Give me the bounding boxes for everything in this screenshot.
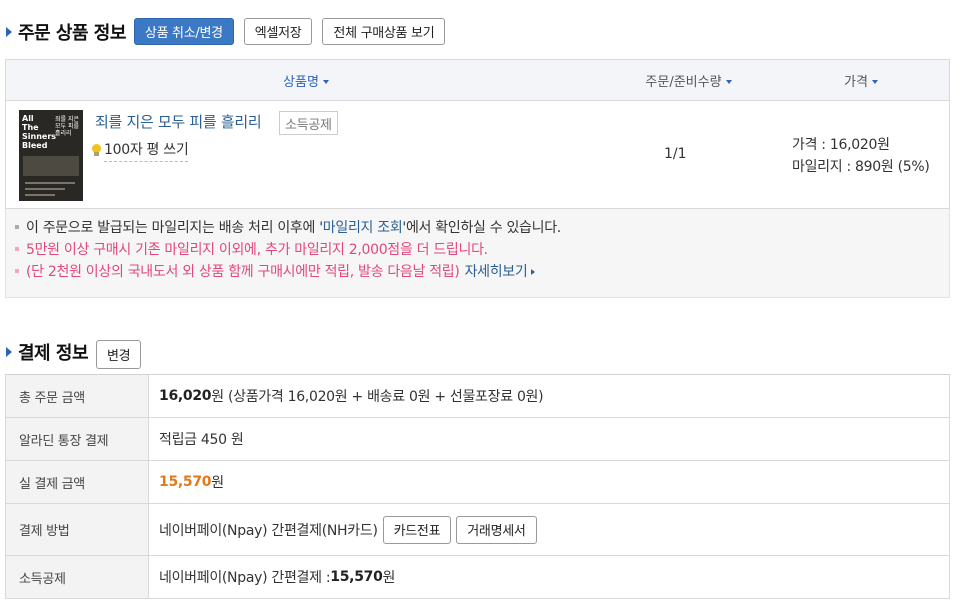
payment-section-header: 결제 정보 변경 <box>6 334 142 369</box>
header-quantity-label: 주문/준비수량 <box>645 75 722 90</box>
order-table-header: 상품명 주문/준비수량 가격 <box>6 60 949 101</box>
cover-detail <box>25 194 55 196</box>
view-details-label: 자세히보기 <box>464 264 528 280</box>
cancel-change-button[interactable]: 상품 취소/변경 <box>133 18 234 45</box>
header-product-name[interactable]: 상품명 <box>6 60 606 101</box>
notice-line: (단 2천원 이상의 국내도서 외 상품 함께 구매시에만 적립, 발송 다음날… <box>15 261 949 283</box>
payment-row-method: 결제 방법 네이버페이(Npay) 간편결제(NH카드) 카드전표 거래명세서 <box>5 504 950 556</box>
header-product-name-label: 상품명 <box>283 75 319 90</box>
deduction-unit: 원 <box>382 570 396 586</box>
sort-down-icon <box>871 79 878 84</box>
order-section-title: 주문 상품 정보 <box>18 22 126 44</box>
total-amount-value: 16,020 원 (상품가격 16,020원 + 배송료 0원 + 선물포장료 … <box>149 375 949 417</box>
payment-row-actual: 실 결제 금액 15,570 원 <box>5 461 950 504</box>
total-amount-detail: 원 (상품가격 16,020원 + 배송료 0원 + 선물포장료 0원) <box>211 389 544 405</box>
income-deduction-value: 네이버페이(Npay) 간편결제 : 15,570 원 <box>149 556 949 598</box>
notice-line: 5만원 이상 구매시 기존 마일리지 이외에, 추가 마일리지 2,000점을 … <box>15 239 949 261</box>
payment-table: 총 주문 금액 16,020 원 (상품가격 16,020원 + 배송료 0원 … <box>5 374 950 599</box>
bullet-icon <box>15 247 19 251</box>
order-quantity: 1/1 <box>664 146 687 162</box>
header-price-label: 가격 <box>844 75 868 90</box>
card-receipt-button[interactable]: 카드전표 <box>382 515 452 544</box>
notice-text: '에서 확인하실 수 있습니다. <box>402 220 561 236</box>
cover-detail <box>25 182 75 184</box>
bank-payment-label: 알라딘 통장 결제 <box>6 418 149 460</box>
payment-method-text: 네이버페이(Npay) 간편결제(NH카드) <box>159 522 378 539</box>
book-cover-image[interactable]: All The Sinners Bleed 죄를 지은 모두 피를 흘리리 <box>19 110 83 201</box>
cover-korean-text: 죄를 지은 모두 피를 흘리리 <box>55 116 79 137</box>
payment-method-label: 결제 방법 <box>6 504 149 555</box>
bullet-icon <box>15 269 19 273</box>
payment-section-title: 결제 정보 <box>18 342 89 364</box>
view-all-purchases-button[interactable]: 전체 구매상품 보기 <box>322 18 446 45</box>
deduction-text: 네이버페이(Npay) 간편결제 : <box>159 570 331 586</box>
notice-line: 이 주문으로 발급되는 마일리지는 배송 처리 이후에 '마일리지 조회'에서 … <box>15 217 949 239</box>
transaction-statement-button[interactable]: 거래명세서 <box>456 515 537 544</box>
header-price[interactable]: 가격 <box>771 60 951 101</box>
total-amount-label: 총 주문 금액 <box>6 375 149 417</box>
actual-amount-unit: 원 <box>211 475 224 491</box>
cover-art <box>23 156 79 176</box>
chevron-right-icon <box>531 269 536 275</box>
price-value: 가격 : 16,020원 <box>792 137 890 153</box>
write-review-link[interactable]: 100자 평 쓰기 <box>104 139 189 162</box>
mileage-lookup-link[interactable]: 마일리지 조회 <box>323 220 403 236</box>
actual-amount-value: 15,570 원 <box>149 461 949 503</box>
cover-title-text: All The Sinners Bleed <box>22 114 57 150</box>
bullet-icon <box>15 225 19 229</box>
payment-row-total: 총 주문 금액 16,020 원 (상품가격 16,020원 + 배송료 0원 … <box>5 375 950 418</box>
bank-payment-value: 적립금 450 원 <box>159 432 244 448</box>
mileage-notice-box: 이 주문으로 발급되는 마일리지는 배송 처리 이후에 '마일리지 조회'에서 … <box>5 209 950 298</box>
order-table: 상품명 주문/준비수량 가격 All The Sinners Bleed 죄를 … <box>5 59 950 209</box>
actual-amount-label: 실 결제 금액 <box>6 461 149 503</box>
payment-method-value: 네이버페이(Npay) 간편결제(NH카드) 카드전표 거래명세서 <box>149 504 949 555</box>
view-details-link[interactable]: 자세히보기 <box>465 264 536 280</box>
change-payment-button[interactable]: 변경 <box>96 340 142 369</box>
sort-down-icon <box>725 79 732 84</box>
order-section-header: 주문 상품 정보 상품 취소/변경 엑셀저장 전체 구매상품 보기 <box>6 18 446 45</box>
sort-down-icon <box>322 79 329 84</box>
notice-text: (단 2천원 이상의 국내도서 외 상품 함께 구매시에만 적립, 발송 다음날… <box>26 264 460 280</box>
income-deduction-label: 소득공제 <box>6 556 149 598</box>
income-deduction-badge: 소득공제 <box>279 111 338 135</box>
price-info: 가격 : 16,020원 마일리지 : 890원 (5%) <box>792 134 930 178</box>
book-title-link[interactable]: 죄를 지은 모두 피를 흘리리 <box>95 111 262 132</box>
payment-row-deduction: 소득공제 네이버페이(Npay) 간편결제 : 15,570 원 <box>5 556 950 599</box>
payment-row-bank: 알라딘 통장 결제 적립금 450 원 <box>5 418 950 461</box>
deduction-amount: 15,570 <box>330 569 383 585</box>
section-marker-icon <box>6 346 12 357</box>
excel-save-button[interactable]: 엑셀저장 <box>243 18 313 45</box>
notice-text: 이 주문으로 발급되는 마일리지는 배송 처리 이후에 ' <box>26 220 323 236</box>
section-marker-icon <box>6 26 12 37</box>
notice-text: 5만원 이상 구매시 기존 마일리지 이외에, 추가 마일리지 2,000점을 … <box>26 242 488 258</box>
total-amount-number: 16,020 <box>159 388 212 404</box>
mileage-value: 마일리지 : 890원 (5%) <box>792 159 930 175</box>
lightbulb-icon <box>92 144 101 157</box>
actual-amount-number: 15,570 <box>159 474 212 490</box>
header-quantity[interactable]: 주문/준비수량 <box>606 60 771 101</box>
review-write[interactable]: 100자 평 쓰기 <box>92 139 189 162</box>
cover-detail <box>25 188 65 190</box>
order-item-row: All The Sinners Bleed 죄를 지은 모두 피를 흘리리 죄를… <box>6 101 949 208</box>
